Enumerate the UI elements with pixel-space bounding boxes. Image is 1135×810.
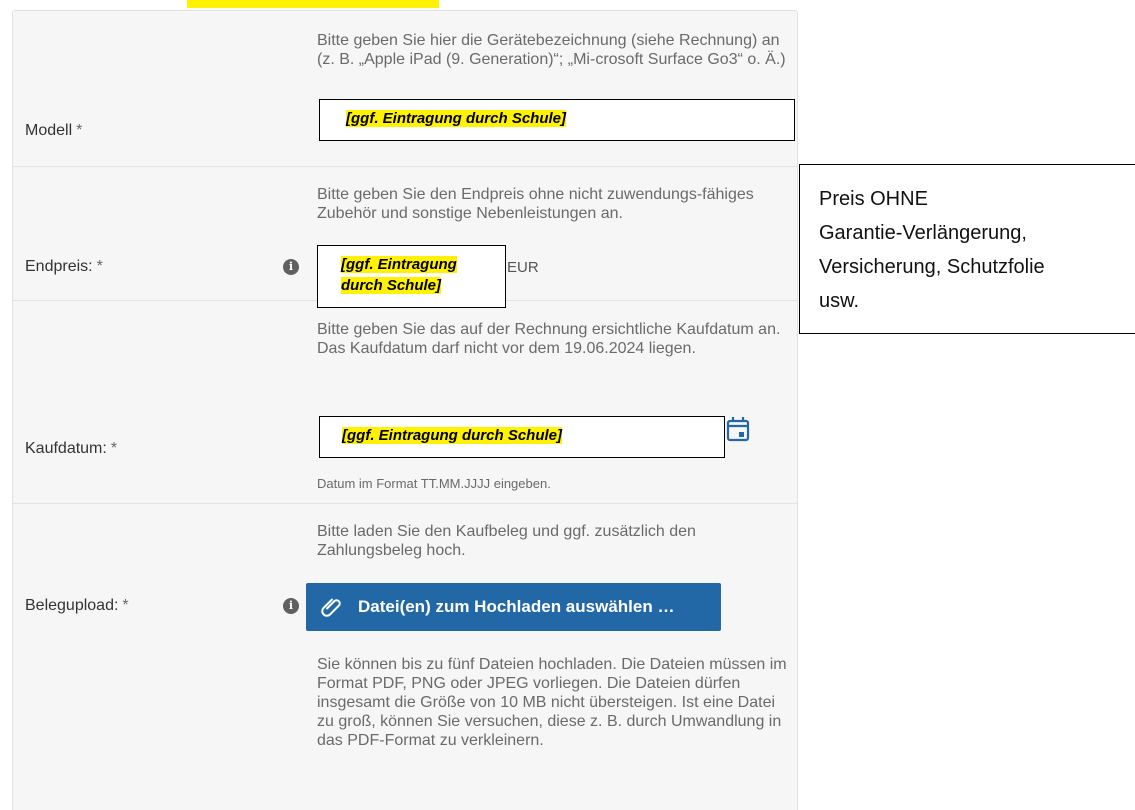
required-marker: * [122,597,129,614]
row-modell: Bitte geben Sie hier die Gerätebezeichnu… [13,11,797,167]
file-upload-button-label: Datei(en) zum Hochladen auswählen … [358,597,675,616]
kaufdatum-input-text: [ggf. Eintragung durch Schule] [342,427,562,444]
date-format-hint: Datum im Format TT.MM.JJJJ eingeben. [317,476,551,491]
endpreis-input-line1: [ggf. Eintragung [341,256,457,273]
currency-unit: EUR [507,259,539,276]
kaufdatum-input[interactable]: [ggf. Eintragung durch Schule] [319,416,725,458]
file-upload-button[interactable]: Datei(en) zum Hochladen auswählen … [306,583,721,631]
required-marker: * [76,122,83,139]
kaufdatum-label: Kaufdatum: * [25,440,117,458]
endpreis-input[interactable]: [ggf. Eintragung durch Schule] [317,245,506,308]
required-marker: * [110,440,118,457]
callout-line: Preis OHNE [819,188,928,210]
endpreis-input-line2: durch Schule] [341,277,442,294]
callout-line: usw. [819,290,860,312]
endpreis-label: Endpreis: * [25,258,103,276]
price-callout: Preis OHNE Garantie-Verlängerung, Versic… [799,164,1135,334]
endpreis-hint: Bitte geben Sie den Endpreis ohne nicht … [317,186,754,222]
row-endpreis: Bitte geben Sie den Endpreis ohne nicht … [13,166,797,308]
modell-label: Modell * [25,122,82,140]
modell-hint: Bitte geben Sie hier die Gerätebezeichnu… [317,32,786,68]
top-highlight-marker [187,0,439,8]
info-icon[interactable]: i [283,259,299,275]
kaufdatum-hint: Bitte geben Sie das auf der Rechnung ers… [317,321,781,357]
paperclip-icon [320,595,344,619]
calendar-icon[interactable] [723,414,753,449]
modell-label-text: Modell [25,122,73,139]
modell-input[interactable]: [ggf. Eintragung durch Schule] [319,99,795,141]
belegupload-label: Belegupload: * [25,597,129,615]
callout-line: Versicherung, Schutzfolie [819,256,1045,278]
form-panel: Bitte geben Sie hier die Gerätebezeichnu… [12,10,798,810]
row-kaufdatum: Bitte geben Sie das auf der Rechnung ers… [13,300,797,504]
belegupload-label-text: Belegupload: [25,597,119,614]
required-marker: * [96,258,103,275]
belegupload-hint: Bitte laden Sie den Kaufbeleg und ggf. z… [317,523,696,559]
row-belegupload: Bitte laden Sie den Kaufbeleg und ggf. z… [13,503,797,803]
endpreis-label-text: Endpreis: [25,258,93,275]
info-icon[interactable]: i [283,598,299,614]
upload-note: Sie können bis zu fünf Dateien hochladen… [317,656,787,749]
modell-input-text: [ggf. Eintragung durch Schule] [346,110,566,127]
kaufdatum-label-text: Kaufdatum: [25,440,107,457]
callout-line: Garantie-Verlängerung, [819,222,1027,244]
